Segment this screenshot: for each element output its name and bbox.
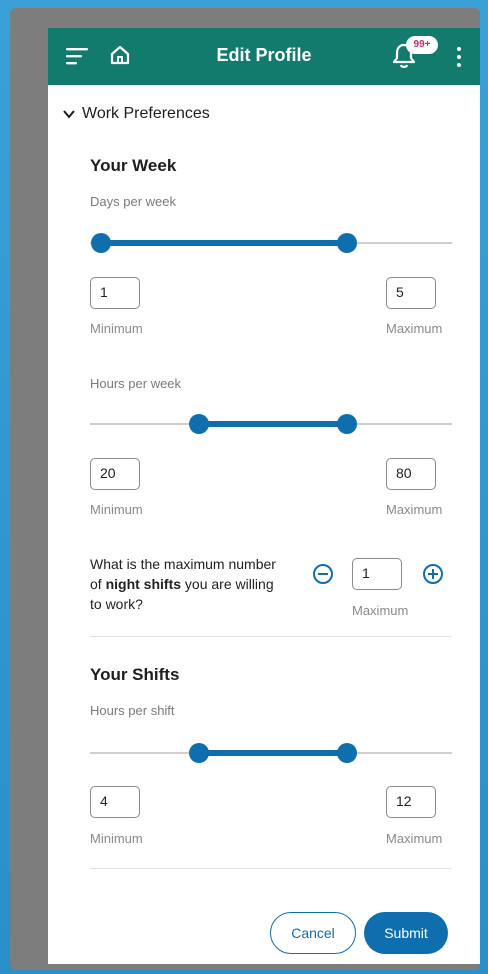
app-screen: Edit Profile 99+ Work Preferences Your W… <box>48 28 480 964</box>
slider-range-fill <box>100 240 348 246</box>
slider-min-thumb[interactable] <box>188 743 209 763</box>
slider-max-thumb[interactable] <box>337 414 358 434</box>
days-per-week-label: Days per week <box>90 194 176 209</box>
section-divider <box>90 868 452 869</box>
minus-circle-icon[interactable] <box>312 563 334 585</box>
night-shifts-caption: Maximum <box>352 603 409 618</box>
more-vertical-icon[interactable] <box>456 46 462 68</box>
days-per-week-slider[interactable] <box>90 231 452 255</box>
slider-range-fill <box>198 421 347 427</box>
days-max-caption: Maximum <box>386 321 443 336</box>
shift-min-input[interactable]: 4 <box>90 786 140 818</box>
notification-badge: 99+ <box>406 36 438 54</box>
question-bold: night shifts <box>105 576 182 592</box>
hours-max-input[interactable]: 80 <box>386 458 436 490</box>
section-label: Work Preferences <box>82 105 210 122</box>
your-shifts-heading: Your Shifts <box>90 665 180 684</box>
shift-min-caption: Minimum <box>90 831 143 846</box>
slider-min-thumb[interactable] <box>188 414 209 434</box>
slider-max-thumb[interactable] <box>337 233 358 253</box>
app-header: Edit Profile 99+ <box>48 28 480 85</box>
plus-circle-icon[interactable] <box>422 563 444 585</box>
night-shifts-input[interactable]: 1 <box>352 558 402 590</box>
your-week-heading: Your Week <box>90 156 177 175</box>
device-frame: Edit Profile 99+ Work Preferences Your W… <box>10 8 480 970</box>
slider-min-thumb[interactable] <box>90 233 111 253</box>
shift-max-caption: Maximum <box>386 831 443 846</box>
hours-per-week-slider[interactable] <box>90 412 452 436</box>
hours-per-shift-slider[interactable] <box>90 741 452 765</box>
shift-max-input[interactable]: 12 <box>386 786 436 818</box>
slider-range-fill <box>198 750 347 756</box>
hours-per-week-label: Hours per week <box>90 376 182 391</box>
section-divider <box>90 636 452 637</box>
hours-min-input[interactable]: 20 <box>90 458 140 490</box>
days-min-input[interactable]: 1 <box>90 277 140 309</box>
slider-max-thumb[interactable] <box>337 743 358 763</box>
hours-per-shift-label: Hours per shift <box>90 703 175 718</box>
night-shifts-question: What is the maximum number of night shif… <box>90 554 280 614</box>
submit-button[interactable]: Submit <box>364 912 448 954</box>
work-preferences-toggle[interactable]: Work Preferences <box>62 103 210 125</box>
cancel-button[interactable]: Cancel <box>270 912 356 954</box>
hours-max-caption: Maximum <box>386 502 443 517</box>
days-min-caption: Minimum <box>90 321 143 336</box>
chevron-down-icon <box>63 110 75 119</box>
days-max-input[interactable]: 5 <box>386 277 436 309</box>
hours-min-caption: Minimum <box>90 502 143 517</box>
